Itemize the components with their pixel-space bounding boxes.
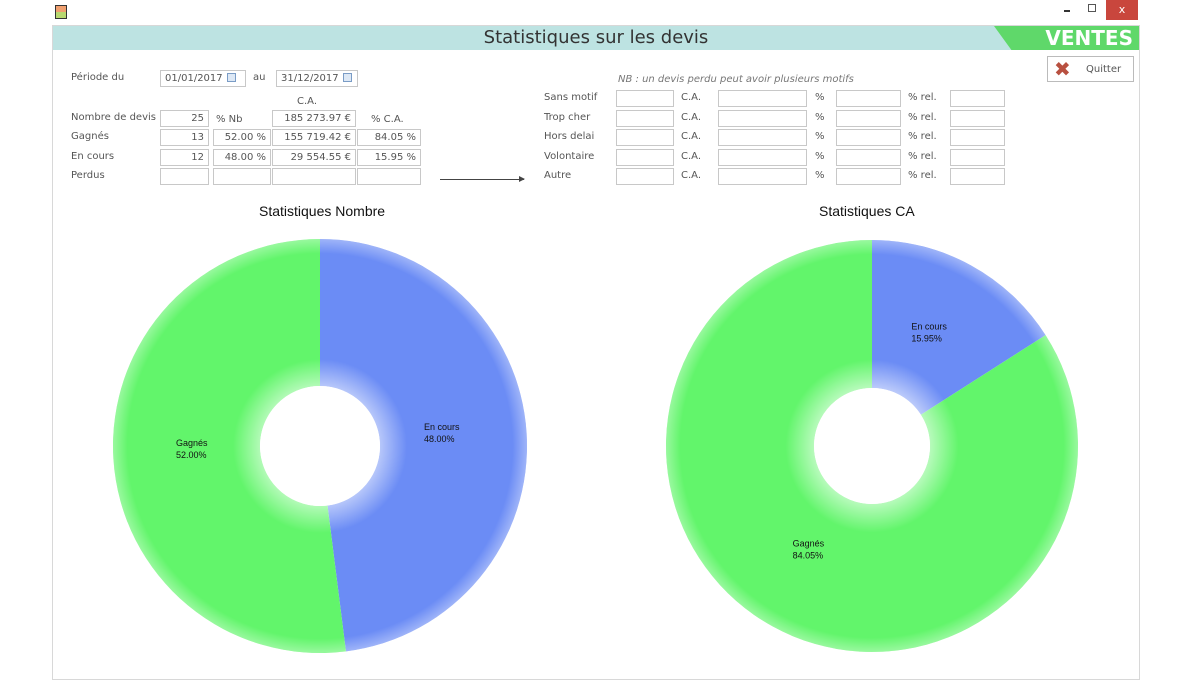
donut-hole bbox=[814, 388, 930, 504]
donut-hole bbox=[260, 386, 380, 506]
charts-svg: En cours48.00%Gagnés52.00%En cours15.95%… bbox=[112, 239, 1079, 654]
